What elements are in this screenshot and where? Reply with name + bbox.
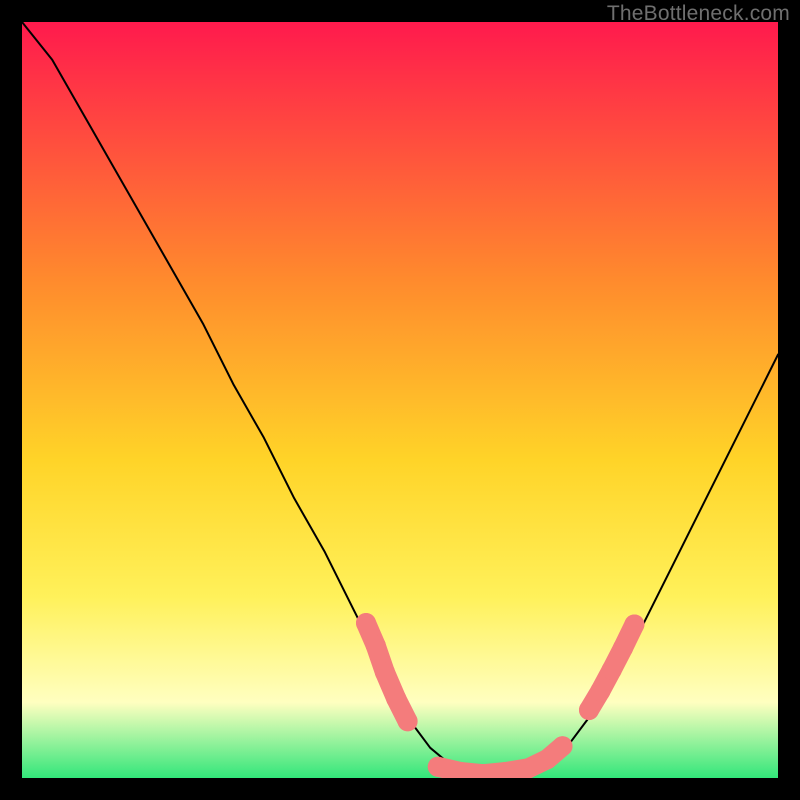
marker-left	[398, 711, 418, 731]
chart-svg	[22, 22, 778, 778]
plot-area	[22, 22, 778, 778]
gradient-bg	[22, 22, 778, 778]
marker-right	[624, 615, 644, 635]
marker-bottom	[553, 736, 573, 756]
chart-stage: TheBottleneck.com	[0, 0, 800, 800]
